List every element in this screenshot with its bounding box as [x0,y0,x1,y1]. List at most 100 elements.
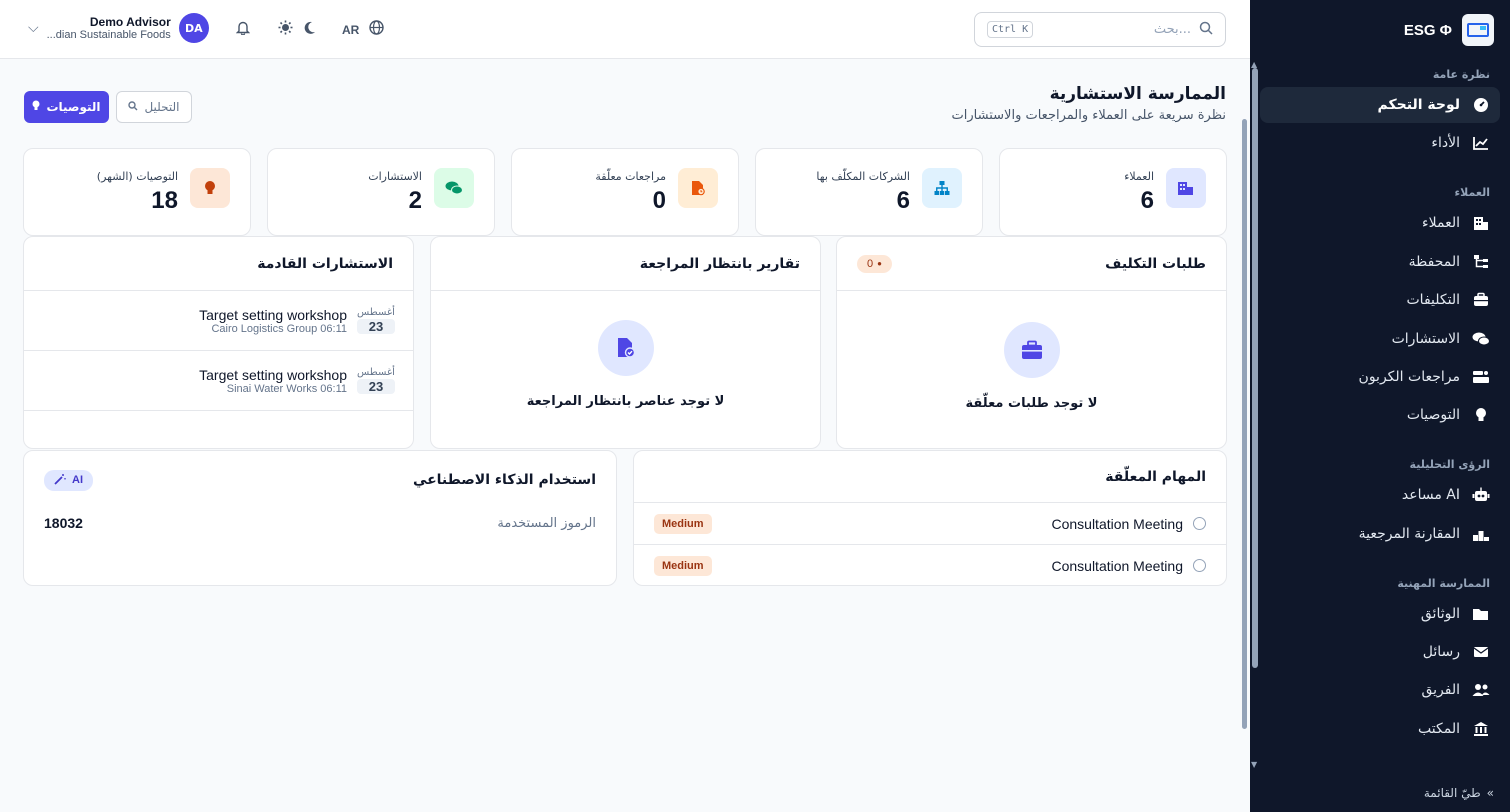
recommendations-button[interactable]: التوصيات [24,91,109,123]
engagement-requests-panel: طلبات التكليف 0 ● لا توجد طلبات معلّقة [836,236,1227,449]
sidebar-scrollbar[interactable]: ▲ ▼ [1250,60,1260,772]
sidebar-item-label: مراجعات الكربون [1358,369,1460,385]
sidebar-item-engagements[interactable]: التكليفات [1270,282,1490,318]
consultation-subtitle: Cairo Logistics Group 06:11 [211,322,347,335]
page-title: الممارسة الاستشارية [1049,84,1226,104]
analysis-button[interactable]: التحليل [116,91,192,123]
sidebar: ESG Φ نظرة عامة لوحة التحكم الأداء العمل… [1250,0,1510,812]
main-scroll-thumb[interactable] [1242,119,1247,729]
consultation-subtitle: Sinai Water Works 06:11 [226,382,347,395]
stat-card-companies[interactable]: الشركات المكلّف بها 6 [755,148,983,236]
task-title: Consultation Meeting [1051,515,1183,532]
brand-name: ESG Φ [1403,21,1452,39]
search-placeholder: بحث... [1153,22,1191,37]
chevron-down-icon[interactable]: ⌵ [28,20,39,36]
scroll-down-icon[interactable]: ▼ [1251,760,1257,769]
sidebar-item-documents[interactable]: الوثائق [1270,596,1490,632]
list-item[interactable]: Consultation Meeting Medium [634,502,1226,544]
task-checkbox[interactable] [1193,517,1206,530]
user-name: Demo Advisor [89,15,171,29]
stat-value: 6 [896,187,910,214]
stat-label: الشركات المكلّف بها [816,170,910,183]
sidebar-item-label: الاستشارات [1391,331,1460,347]
sidebar-item-ai-assistant[interactable]: مساعد AI [1270,477,1490,513]
brand-logo [1462,14,1494,46]
sidebar-item-clients[interactable]: العملاء [1270,205,1490,241]
sidebar-item-label: الأداء [1431,135,1460,151]
sidebar-item-label: مساعد AI [1401,487,1460,503]
sidebar-item-label: لوحة التحكم [1377,97,1460,113]
search-input[interactable]: بحث... Ctrl K [974,12,1226,47]
sidebar-item-team[interactable]: الفريق [1270,672,1490,708]
sidebar-item-label: الفريق [1421,682,1460,698]
lightbulb-icon [32,100,40,114]
benchmark-icon [1472,525,1490,543]
sidebar-item-label: المكتب [1418,721,1460,737]
sidebar-item-benchmark[interactable]: المقارنة المرجعية [1270,516,1490,552]
sidebar-item-label: الوثائق [1420,606,1460,622]
collapse-sidebar-button[interactable]: « طيّ القائمة [1424,786,1494,800]
list-item[interactable]: Consultation Meeting Medium [634,544,1226,585]
shortcut-hint: Ctrl K [987,21,1034,38]
empty-state-text: لا توجد عناصر بانتظار المراجعة [526,394,725,409]
recommendations-button-label: التوصيات [46,100,101,114]
sidebar-item-label: رسائل [1422,644,1460,660]
stat-card-clients[interactable]: العملاء 6 [999,148,1227,236]
task-checkbox[interactable] [1193,559,1206,572]
date-day: 23 [357,379,395,394]
file-check-icon [597,320,654,376]
task-title: Consultation Meeting [1051,557,1183,574]
upcoming-consultations-panel: الاستشارات القادمة أغسطس 23 Target setti… [23,236,414,449]
avatar[interactable]: DA [178,13,209,43]
globe-icon[interactable] [369,20,385,39]
language-toggle[interactable]: AR [342,23,359,37]
file-clock-icon [678,168,718,208]
empty-state-text: لا توجد طلبات معلّقة [965,396,1098,411]
stat-card-pending-reviews[interactable]: مراجعات معلّقة 0 [511,148,739,236]
sidebar-item-consultations[interactable]: الاستشارات [1270,321,1490,357]
panel-title: طلبات التكليف [1105,255,1206,272]
sidebar-item-messages[interactable]: رسائل [1270,634,1490,670]
search-icon [1199,20,1213,39]
magnifier-icon [128,100,138,114]
sidebar-item-label: التكليفات [1406,292,1461,308]
sidebar-item-portfolio[interactable]: المحفظة [1270,244,1490,280]
panel-title: الاستشارات القادمة [257,255,393,272]
priority-badge: Medium [654,513,712,534]
scroll-thumb[interactable] [1252,68,1258,668]
stat-label: العملاء [1124,170,1154,183]
topbar: بحث... Ctrl K ⌵ Demo Advisor ...dian Sus… [0,0,1250,59]
consultation-title: Target setting workshop [199,306,347,323]
sidebar-item-carbon-reviews[interactable]: مراجعات الكربون [1270,359,1490,395]
sidebar-item-office[interactable]: المكتب [1270,711,1490,747]
moon-icon[interactable] [303,21,316,39]
list-item[interactable]: أغسطس 23 Target setting workshop Cairo L… [24,291,413,351]
sidebar-item-performance[interactable]: الأداء [1270,125,1490,161]
sidebar-item-recommendations[interactable]: التوصيات [1270,397,1490,433]
stat-card-consultations[interactable]: الاستشارات 2 [267,148,495,236]
reports-pending-panel: تقارير بانتظار المراجعة لا توجد عناصر با… [430,236,821,449]
robot-icon [1472,486,1490,504]
user-menu[interactable]: ⌵ Demo Advisor ...dian Sustainable Foods… [28,13,209,43]
date-month: أغسطس [357,367,395,378]
list-item[interactable]: أغسطس 23 Target setting workshop Sinai W… [24,351,413,411]
sidebar-item-label: المقارنة المرجعية [1358,526,1460,542]
brand[interactable]: ESG Φ [1404,14,1494,46]
bell-icon[interactable] [235,20,251,39]
sun-icon[interactable] [278,20,293,39]
carbon-icon [1472,368,1490,386]
lightbulb-icon [190,168,230,208]
sidebar-item-dashboard[interactable]: لوحة التحكم [1260,87,1500,123]
consultation-title: Target setting workshop [199,366,347,383]
panel-title: المهام المعلّقة [1105,468,1206,485]
panel-title: استخدام الذكاء الاصطناعي [412,472,596,488]
tokens-value: 18032 [44,515,83,531]
chart-line-icon [1472,134,1490,152]
user-org: ...dian Sustainable Foods [46,29,171,41]
sitemap-icon [1472,253,1490,271]
section-practice: الممارسة المهنية [1397,577,1490,590]
stat-card-recommendations[interactable]: التوصيات (الشهر) 18 [23,148,251,236]
magic-wand-icon [54,473,66,488]
briefcase-icon [1472,291,1490,309]
folder-icon [1472,605,1490,623]
